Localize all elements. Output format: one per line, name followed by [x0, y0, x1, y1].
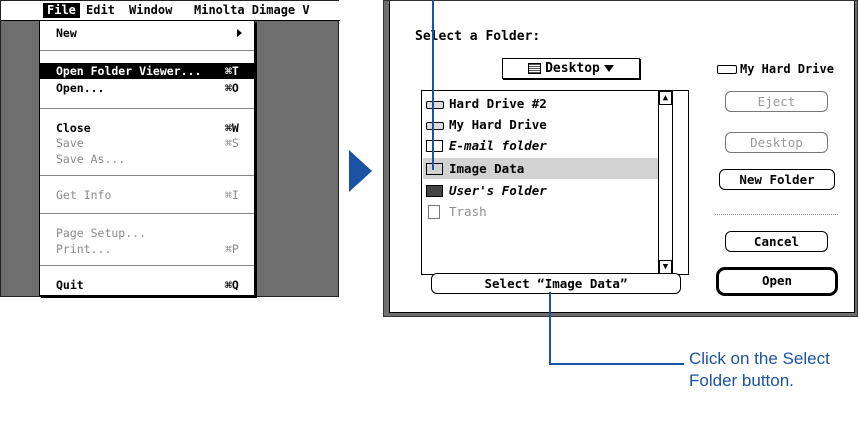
- menu-window[interactable]: Window: [129, 3, 172, 18]
- desktop-icon: [528, 63, 542, 74]
- submenu-arrow-icon: [237, 29, 242, 37]
- menu-separator: [40, 213, 254, 214]
- pointer-line-to-select-button: [549, 292, 551, 365]
- desktop-button[interactable]: Desktop: [725, 132, 828, 153]
- cancel-button[interactable]: Cancel: [725, 231, 828, 252]
- menu-item-close[interactable]: Close ⌘W: [40, 120, 254, 136]
- list-item-users-folder[interactable]: User's Folder: [423, 180, 673, 201]
- button-divider: [715, 214, 838, 215]
- select-folder-button[interactable]: Select “Image Data”: [431, 273, 681, 294]
- menu-item-open-folder-viewer[interactable]: Open Folder Viewer... ⌘T: [40, 63, 254, 79]
- list-item-trash[interactable]: Trash: [423, 201, 673, 222]
- menu-minolta[interactable]: Minolta Dimage V: [194, 3, 310, 18]
- scrollbar[interactable]: ▲ ▼: [658, 90, 673, 275]
- trash-icon: [428, 205, 440, 219]
- scroll-up-icon[interactable]: ▲: [659, 91, 672, 105]
- menu-item-open[interactable]: Open... ⌘O: [40, 80, 254, 96]
- next-step-arrow-icon: [349, 150, 372, 192]
- drive-icon: [426, 101, 444, 109]
- menu-item-page-setup: Page Setup...: [56, 226, 147, 240]
- menu-file[interactable]: File: [43, 3, 80, 18]
- folder-icon: [426, 163, 443, 175]
- location-popup[interactable]: Desktop: [502, 58, 640, 79]
- folder-icon: [426, 185, 443, 197]
- list-item-my-hard-drive[interactable]: My Hard Drive: [423, 114, 673, 135]
- menu-separator: [40, 175, 254, 176]
- new-folder-button[interactable]: New Folder: [719, 169, 835, 190]
- menu-item-get-info: Get Info ⌘I: [56, 188, 239, 202]
- menu-item-save: Save ⌘S: [56, 136, 239, 150]
- open-button[interactable]: Open: [716, 267, 838, 296]
- file-menu-dropdown: New Open Folder Viewer... ⌘T Open... ⌘O …: [39, 20, 255, 296]
- disk-label: My Hard Drive: [717, 62, 834, 76]
- list-item-email-folder[interactable]: E-mail folder: [423, 135, 673, 156]
- file-list[interactable]: Hard Drive #2 My Hard Drive E-mail folde…: [421, 90, 689, 275]
- list-item-hard-drive-2[interactable]: Hard Drive #2: [423, 93, 673, 114]
- menu-item-print: Print... ⌘P: [56, 242, 239, 256]
- menu-item-quit[interactable]: Quit ⌘Q: [40, 277, 254, 293]
- eject-button[interactable]: Eject: [725, 91, 828, 112]
- chevron-down-icon: [603, 65, 614, 72]
- select-folder-dialog: Select a Folder: Desktop My Hard Drive H…: [383, 0, 858, 317]
- instruction-callout: Click on the Select Folder button.: [689, 349, 830, 390]
- menu-item-new[interactable]: New: [40, 25, 254, 41]
- dialog-body: Select a Folder: Desktop My Hard Drive H…: [389, 1, 855, 313]
- location-popup-label: Desktop: [545, 61, 600, 76]
- menu-screenshot-panel: File Edit Window Minolta Dimage V New Op…: [0, 0, 340, 297]
- menu-item-save-as: Save As...: [56, 152, 126, 166]
- drive-icon: [717, 65, 737, 74]
- disk-name: My Hard Drive: [740, 62, 834, 76]
- scroll-down-icon[interactable]: ▼: [659, 260, 672, 274]
- list-item-image-data[interactable]: Image Data: [423, 158, 673, 179]
- menu-separator: [40, 108, 254, 109]
- menu-separator: [40, 265, 254, 266]
- folder-icon: [426, 140, 443, 152]
- pointer-line-horizontal: [549, 363, 684, 365]
- pointer-line-to-image-data: [432, 0, 434, 170]
- menu-bar: File Edit Window Minolta Dimage V: [1, 1, 340, 21]
- menu-separator: [40, 50, 254, 51]
- apple-menu-icon[interactable]: [14, 3, 28, 18]
- menu-edit[interactable]: Edit: [86, 3, 115, 18]
- drive-icon: [426, 122, 444, 130]
